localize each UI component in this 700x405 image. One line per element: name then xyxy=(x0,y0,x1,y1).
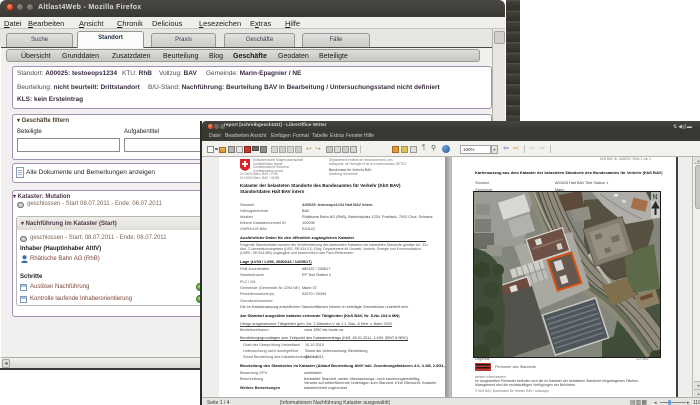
svg-text:N: N xyxy=(653,194,658,201)
